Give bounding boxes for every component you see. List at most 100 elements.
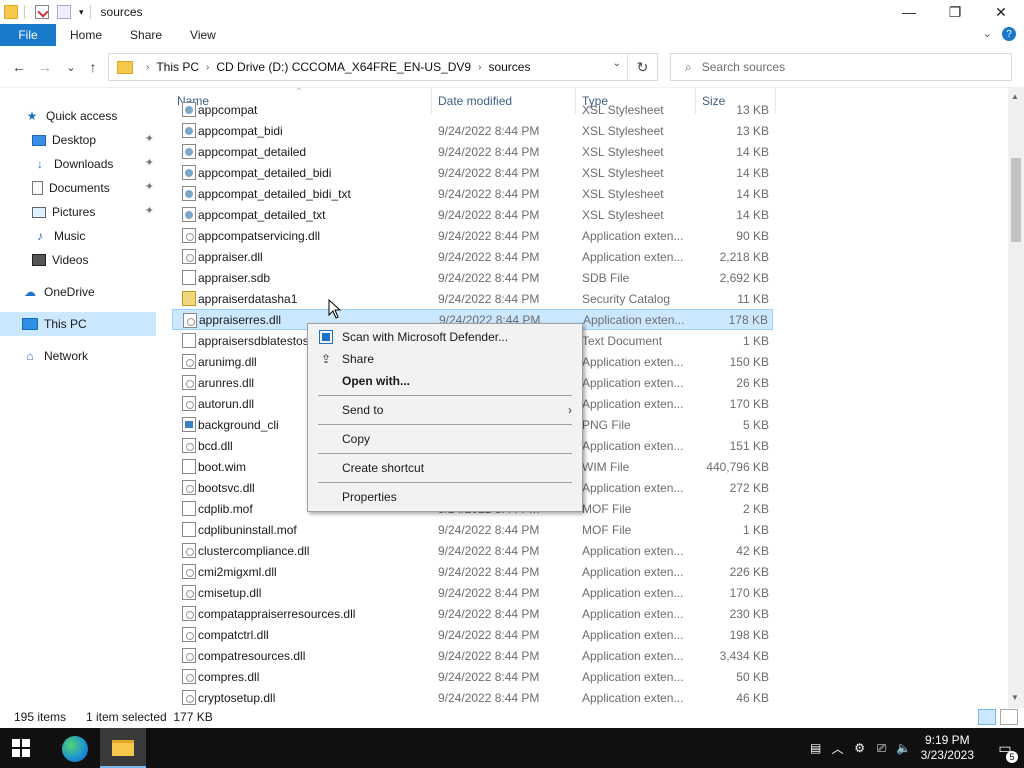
sidebar-item-onedrive[interactable]: ☁ OneDrive xyxy=(22,280,156,304)
recent-locations-button[interactable]: ⌄ xyxy=(60,56,82,78)
back-button[interactable]: ← xyxy=(8,56,30,78)
menu-item-create-shortcut[interactable]: Create shortcut xyxy=(310,457,580,479)
large-icons-view-button[interactable] xyxy=(1000,709,1018,725)
file-row[interactable]: appraiser.sdb 9/24/2022 8:44 PM SDB File 2,… xyxy=(172,267,773,288)
sidebar-item-desktop[interactable]: Desktop ✦ xyxy=(32,128,156,152)
file-size: 14 KB xyxy=(736,144,769,159)
file-date-modified: 9/24/2022 8:44 PM xyxy=(438,165,540,180)
file-row[interactable]: appraiser.dll 9/24/2022 8:44 PM Applicatio… xyxy=(172,246,773,267)
breadcrumb-separator[interactable]: › xyxy=(478,62,481,73)
file-type: XSL Stylesheet xyxy=(582,102,664,117)
sidebar-item-label: OneDrive xyxy=(44,285,95,299)
up-button[interactable]: ↑ xyxy=(82,56,104,78)
file-xsl-icon xyxy=(182,165,196,180)
file-row[interactable]: cmisetup.dll 9/24/2022 8:44 PM Application… xyxy=(172,582,773,603)
search-icon: ⌕ xyxy=(685,59,692,74)
breadcrumb-separator[interactable]: › xyxy=(146,62,149,73)
quick-access-toolbar-dropdown-icon[interactable]: ▾ xyxy=(79,7,84,18)
file-row[interactable]: appcompat_detailed_bidi_txt 9/24/2022 8:4… xyxy=(172,183,773,204)
file-row[interactable]: compatappraiserresources.dll 9/24/2022 8:… xyxy=(172,603,773,624)
file-type: XSL Stylesheet xyxy=(582,144,664,159)
clock-date: 3/23/2023 xyxy=(920,748,974,762)
minimize-button[interactable]: — xyxy=(886,0,932,24)
edge-browser-icon[interactable] xyxy=(62,736,88,762)
new-folder-icon[interactable] xyxy=(57,5,71,19)
breadcrumb-cd-drive[interactable]: CD Drive (D:) CCCOMA_X64FRE_EN-US_DV9 xyxy=(216,60,471,74)
file-date-modified: 9/24/2022 8:44 PM xyxy=(438,522,540,537)
file-row[interactable]: appcompat_bidi 9/24/2022 8:44 PM XSL Style… xyxy=(172,120,773,141)
scrollbar-thumb[interactable] xyxy=(1011,158,1021,242)
navigation-pane: ★ Quick access Desktop ✦ ↓ Downloads ✦ D… xyxy=(0,96,170,706)
tab-file[interactable]: File xyxy=(0,24,56,46)
defender-icon xyxy=(319,330,333,344)
menu-item-label: Send to xyxy=(342,403,384,417)
tab-home[interactable]: Home xyxy=(56,24,116,46)
scroll-down-icon[interactable]: ▼ xyxy=(1011,693,1019,702)
sidebar-item-music[interactable]: ♪ Music xyxy=(32,224,156,248)
sidebar-item-network[interactable]: ⌂ Network xyxy=(22,344,156,368)
file-xsl-icon xyxy=(182,207,196,222)
menu-item-open-with[interactable]: Open with... xyxy=(310,370,580,392)
menu-item-share[interactable]: ⇪ Share xyxy=(310,348,580,370)
expand-ribbon-icon[interactable]: ⌄ xyxy=(983,27,992,41)
sidebar-item-pictures[interactable]: Pictures ✦ xyxy=(32,200,156,224)
clock[interactable]: 9:19 PM 3/23/2023 xyxy=(921,733,974,763)
tab-view[interactable]: View xyxy=(176,24,230,46)
file-size: 13 KB xyxy=(736,102,769,117)
settings-icon[interactable]: ⚙ xyxy=(849,741,871,755)
file-row[interactable]: appcompat_detailed 9/24/2022 8:44 PM XSL S… xyxy=(172,141,773,162)
menu-item-copy[interactable]: Copy xyxy=(310,428,580,450)
file-type: Security Catalog xyxy=(582,291,671,306)
properties-icon[interactable] xyxy=(35,5,49,19)
keyboard-icon[interactable]: ▤ xyxy=(805,741,827,755)
address-dropdown-icon[interactable]: ⌄ xyxy=(613,58,621,69)
file-row[interactable]: appcompatservicing.dll 9/24/2022 8:44 PM A… xyxy=(172,225,773,246)
file-dll-icon xyxy=(182,228,196,243)
file-row[interactable]: cryptosetup.dll 9/24/2022 8:44 PM Applicat… xyxy=(172,687,773,708)
network-tray-icon[interactable]: ⎚ xyxy=(871,741,893,756)
file-row[interactable]: compres.dll 9/24/2022 8:44 PM Application … xyxy=(172,666,773,687)
start-button-windows-icon[interactable] xyxy=(12,739,30,757)
menu-item-send-to[interactable]: Send to › xyxy=(310,399,580,421)
menu-item-scan-defender[interactable]: Scan with Microsoft Defender... xyxy=(310,326,580,348)
maximize-button[interactable]: ❐ xyxy=(932,0,978,24)
file-row[interactable]: compatctrl.dll 9/24/2022 8:44 PM Applicati… xyxy=(172,624,773,645)
close-button[interactable]: ✕ xyxy=(978,0,1024,24)
details-view-button[interactable] xyxy=(978,709,996,725)
sidebar-item-downloads[interactable]: ↓ Downloads ✦ xyxy=(32,152,156,176)
help-icon[interactable]: ? xyxy=(1002,27,1016,41)
file-row[interactable]: cmi2migxml.dll 9/24/2022 8:44 PM Applicati… xyxy=(172,561,773,582)
sidebar-item-quick-access[interactable]: ★ Quick access xyxy=(24,104,156,128)
file-row[interactable]: appraiserdatasha1 9/24/2022 8:44 PM Securi… xyxy=(172,288,773,309)
scroll-up-icon[interactable]: ▲ xyxy=(1011,92,1019,101)
file-type: XSL Stylesheet xyxy=(582,165,664,180)
sidebar-item-label: Quick access xyxy=(46,109,118,123)
file-row[interactable]: compatresources.dll 9/24/2022 8:44 PM Appl… xyxy=(172,645,773,666)
menu-item-properties[interactable]: Properties xyxy=(310,486,580,508)
address-bar[interactable]: › This PC › CD Drive (D:) CCCOMA_X64FRE_… xyxy=(108,53,658,81)
file-date-modified: 9/24/2022 8:44 PM xyxy=(438,270,540,285)
sidebar-item-documents[interactable]: Documents ✦ xyxy=(32,176,156,200)
file-row[interactable]: appcompat_detailed_bidi 9/24/2022 8:44 PM… xyxy=(172,162,773,183)
tab-share[interactable]: Share xyxy=(116,24,176,46)
file-xsl-icon xyxy=(182,186,196,201)
sidebar-item-this-pc[interactable]: This PC xyxy=(0,312,156,336)
breadcrumb-sources[interactable]: sources xyxy=(488,60,530,74)
file-row[interactable]: cdplibuninstall.mof 9/24/2022 8:44 PM MOF … xyxy=(172,519,773,540)
breadcrumb-separator[interactable]: › xyxy=(206,62,209,73)
file-row[interactable]: clustercompliance.dll 9/24/2022 8:44 PM Ap… xyxy=(172,540,773,561)
search-box[interactable]: ⌕ xyxy=(670,53,1012,81)
forward-button[interactable]: → xyxy=(34,56,56,78)
show-hidden-icons-chevron-icon[interactable]: ︿ xyxy=(827,740,849,757)
file-row[interactable]: appcompat_detailed_txt 9/24/2022 8:44 PM X… xyxy=(172,204,773,225)
vertical-scrollbar[interactable]: ▲ ▼ xyxy=(1008,88,1024,708)
context-menu: Scan with Microsoft Defender... ⇪ Share … xyxy=(307,323,583,512)
breadcrumb-this-pc[interactable]: This PC xyxy=(156,60,199,74)
file-explorer-taskbar-button[interactable] xyxy=(100,728,146,768)
volume-muted-icon[interactable]: 🔈 xyxy=(893,741,915,755)
sidebar-item-videos[interactable]: Videos xyxy=(32,248,156,272)
file-row[interactable]: appcompat XSL Stylesheet 13 KB xyxy=(172,99,773,120)
refresh-button[interactable]: ↻ xyxy=(627,54,657,80)
notifications-button[interactable]: ▭ 5 xyxy=(992,740,1018,763)
search-input[interactable] xyxy=(701,60,982,74)
